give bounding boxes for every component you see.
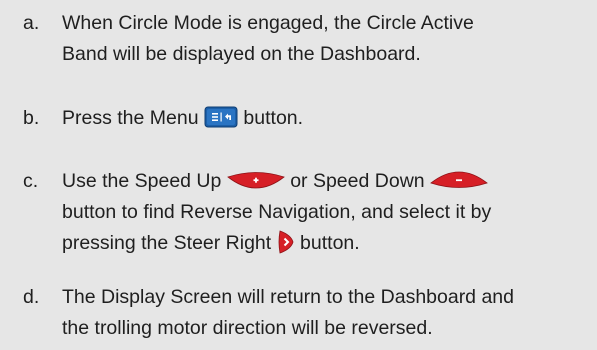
step-line: Band will be displayed on the Dashboard. bbox=[62, 43, 421, 65]
speed-up-button-icon bbox=[226, 171, 285, 189]
step-marker: c. bbox=[23, 170, 39, 192]
steer-right-button-icon bbox=[277, 229, 295, 255]
menu-button-icon bbox=[204, 106, 238, 128]
step-line: The Display Screen will return to the Da… bbox=[62, 286, 514, 308]
step-line: button to find Reverse Navigation, and s… bbox=[62, 201, 492, 223]
step-line: the trolling motor direction will be rev… bbox=[62, 317, 433, 339]
step-text-segment: Press the Menu bbox=[62, 107, 199, 129]
step-marker: d. bbox=[23, 286, 40, 308]
step-line: When Circle Mode is engaged, the Circle … bbox=[62, 12, 474, 34]
step-text-segment: Use the Speed Up bbox=[62, 170, 222, 192]
step-text: Use the Speed Up or Speed Down button to… bbox=[62, 166, 587, 259]
step-text-segment: or Speed Down bbox=[290, 170, 425, 192]
step-text-segment: button. bbox=[300, 232, 360, 254]
speed-down-button-icon bbox=[430, 171, 488, 189]
step-marker: a. bbox=[23, 12, 40, 34]
step-text-segment: button. bbox=[243, 107, 304, 129]
step-marker: b. bbox=[23, 107, 40, 129]
instruction-steps: a. When Circle Mode is engaged, the Circ… bbox=[0, 0, 597, 350]
step-text: Press the Menu button. bbox=[62, 103, 587, 134]
step-text: When Circle Mode is engaged, the Circle … bbox=[62, 8, 587, 70]
step-text-segment: pressing the Steer Right bbox=[62, 232, 272, 254]
step-text: The Display Screen will return to the Da… bbox=[62, 282, 587, 344]
